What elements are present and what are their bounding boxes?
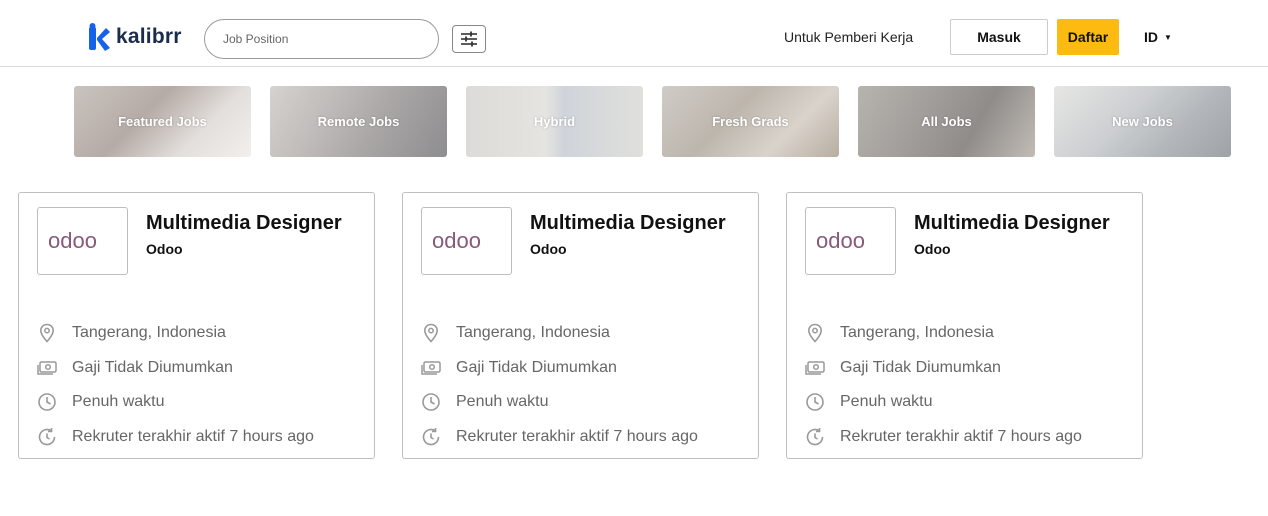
svg-text:odoo: odoo — [48, 230, 97, 252]
company-logo: odoo — [805, 207, 896, 275]
category-label: Featured Jobs — [118, 114, 207, 129]
filter-button[interactable] — [452, 25, 486, 53]
odoo-logo: odoo — [816, 230, 865, 252]
category-label: All Jobs — [921, 114, 972, 129]
language-code: ID — [1144, 29, 1158, 45]
category-fresh-grads[interactable]: Fresh Grads — [662, 86, 839, 157]
location-text: Tangerang, Indonesia — [456, 324, 610, 341]
activity-text: Rekruter terakhir aktif 7 hours ago — [456, 428, 698, 445]
svg-text:odoo: odoo — [816, 230, 865, 252]
job-card[interactable]: odoo Multimedia Designer Odoo Tangerang,… — [786, 192, 1143, 459]
job-title[interactable]: Multimedia Designer — [146, 212, 342, 235]
money-icon — [805, 358, 825, 378]
category-tiles: Featured Jobs Remote Jobs Hybrid Fresh G… — [74, 86, 1231, 157]
location-text: Tangerang, Indonesia — [840, 324, 994, 341]
recruiter-activity: Rekruter terakhir aktif 7 hours ago — [805, 427, 1082, 447]
header: kalibrr Untuk Pemberi Kerja Masuk Daftar… — [0, 0, 1268, 67]
job-location: Tangerang, Indonesia — [421, 323, 610, 343]
category-label: Remote Jobs — [317, 114, 400, 129]
history-icon — [421, 427, 441, 447]
history-icon — [805, 427, 825, 447]
job-title[interactable]: Multimedia Designer — [530, 212, 726, 235]
company-name[interactable]: Odoo — [914, 241, 951, 257]
logo-text: kalibrr — [116, 25, 182, 48]
category-label: Hybrid — [533, 114, 576, 129]
recruiter-activity: Rekruter terakhir aktif 7 hours ago — [37, 427, 314, 447]
register-button[interactable]: Daftar — [1057, 19, 1119, 55]
job-type: Penuh waktu — [421, 392, 549, 412]
clock-icon — [805, 392, 825, 412]
job-type-text: Penuh waktu — [72, 393, 165, 410]
category-label: Fresh Grads — [712, 114, 789, 129]
clock-icon — [421, 392, 441, 412]
job-salary: Gaji Tidak Diumumkan — [421, 358, 617, 378]
money-icon — [37, 358, 57, 378]
map-pin-icon — [805, 323, 825, 343]
employer-link[interactable]: Untuk Pemberi Kerja — [784, 29, 913, 45]
job-type-text: Penuh waktu — [456, 393, 549, 410]
category-remote-jobs[interactable]: Remote Jobs — [270, 86, 447, 157]
job-type: Penuh waktu — [37, 392, 165, 412]
category-all-jobs[interactable]: All Jobs — [858, 86, 1035, 157]
language-selector[interactable]: ID ▼ — [1144, 29, 1172, 45]
map-pin-icon — [421, 323, 441, 343]
company-name[interactable]: Odoo — [146, 241, 183, 257]
salary-text: Gaji Tidak Diumumkan — [456, 359, 617, 376]
history-icon — [37, 427, 57, 447]
job-salary: Gaji Tidak Diumumkan — [37, 358, 233, 378]
category-new-jobs[interactable]: New Jobs — [1054, 86, 1231, 157]
login-button[interactable]: Masuk — [950, 19, 1048, 55]
job-type-text: Penuh waktu — [840, 393, 933, 410]
kalibrr-logo[interactable]: kalibrr — [88, 23, 182, 51]
map-pin-icon — [37, 323, 57, 343]
job-title[interactable]: Multimedia Designer — [914, 212, 1110, 235]
company-logo: odoo — [37, 207, 128, 275]
clock-icon — [37, 392, 57, 412]
svg-text:odoo: odoo — [432, 230, 481, 252]
category-label: New Jobs — [1112, 114, 1173, 129]
job-card[interactable]: odoo Multimedia Designer Odoo Tangerang,… — [18, 192, 375, 459]
recruiter-activity: Rekruter terakhir aktif 7 hours ago — [421, 427, 698, 447]
job-location: Tangerang, Indonesia — [37, 323, 226, 343]
job-position-search-input[interactable] — [205, 20, 438, 58]
search-box[interactable] — [204, 19, 439, 59]
caret-down-icon: ▼ — [1164, 32, 1172, 42]
job-location: Tangerang, Indonesia — [805, 323, 994, 343]
job-card[interactable]: odoo Multimedia Designer Odoo Tangerang,… — [402, 192, 759, 459]
salary-text: Gaji Tidak Diumumkan — [840, 359, 1001, 376]
sliders-icon — [461, 31, 477, 47]
money-icon — [421, 358, 441, 378]
job-type: Penuh waktu — [805, 392, 933, 412]
category-hybrid[interactable]: Hybrid — [466, 86, 643, 157]
kalibrr-k-icon — [89, 23, 110, 51]
company-logo: odoo — [421, 207, 512, 275]
category-featured-jobs[interactable]: Featured Jobs — [74, 86, 251, 157]
location-text: Tangerang, Indonesia — [72, 324, 226, 341]
odoo-logo: odoo — [432, 230, 481, 252]
activity-text: Rekruter terakhir aktif 7 hours ago — [72, 428, 314, 445]
odoo-logo: odoo — [48, 230, 97, 252]
job-salary: Gaji Tidak Diumumkan — [805, 358, 1001, 378]
salary-text: Gaji Tidak Diumumkan — [72, 359, 233, 376]
company-name[interactable]: Odoo — [530, 241, 567, 257]
activity-text: Rekruter terakhir aktif 7 hours ago — [840, 428, 1082, 445]
